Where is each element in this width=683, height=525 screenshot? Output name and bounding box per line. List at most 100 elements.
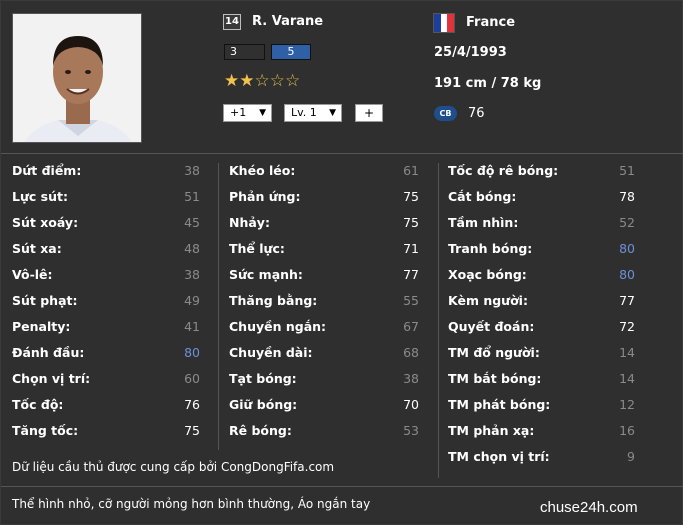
stat-value: 75 [403,189,419,204]
stat-row: Đánh đầu: 80 [12,340,202,366]
stat-label: Cắt bóng: [448,189,517,204]
stat-label: Đánh đầu: [12,345,85,360]
stat-label: Giữ bóng: [229,397,298,412]
france-flag-icon [433,13,455,33]
stat-value: 80 [619,267,635,282]
stat-value: 75 [403,215,419,230]
stat-label: Nhảy: [229,215,270,230]
rank-left-field[interactable]: 3 [224,44,265,60]
chevron-down-icon: ▼ [259,108,266,118]
stat-value: 80 [619,241,635,256]
stat-value: 78 [619,189,635,204]
add-button[interactable]: + [355,104,383,122]
stat-row: TM chọn vị trí: 9 [448,444,638,470]
stat-row: Sút xoáy: 45 [12,210,202,236]
stat-row: Thăng bằng: 55 [229,288,421,314]
stat-label: Xoạc bóng: [448,267,527,282]
stat-label: TM phát bóng: [448,397,551,412]
stat-value: 51 [619,163,635,178]
stat-label: Tốc độ: [12,397,64,412]
stat-value: 53 [403,423,419,438]
stat-row: Sút xa: 48 [12,236,202,262]
stat-value: 77 [619,293,635,308]
player-card: 14 R. Varane 3 5 ★★☆☆☆ +1 ▼ Lv. 1 ▼ + Fr… [0,0,683,525]
stat-label: Khéo léo: [229,163,296,178]
stat-row: Lực sút: 51 [12,184,202,210]
stat-label: Sút xa: [12,241,62,256]
stat-label: TM bắt bóng: [448,371,542,386]
level-select[interactable]: Lv. 1 ▼ [284,104,342,122]
stat-label: TM phản xạ: [448,423,535,438]
stat-label: Penalty: [12,319,71,334]
stat-value: 70 [403,397,419,412]
stat-row: Tranh bóng: 80 [448,236,638,262]
stat-value: 75 [184,423,200,438]
column-divider [218,163,219,450]
player-description: Thể hình nhỏ, cỡ người mỏng hơn bình thư… [12,497,371,511]
stat-row: Rê bóng: 53 [229,418,421,444]
stat-label: Tăng tốc: [12,423,79,438]
stat-label: Rê bóng: [229,423,292,438]
stat-value: 38 [184,163,200,178]
stat-row: Dứt điểm: 38 [12,158,202,184]
stat-value: 68 [403,345,419,360]
stat-row: Sức mạnh: 77 [229,262,421,288]
stat-label: Sút xoáy: [12,215,79,230]
country-name: France [466,15,516,30]
stat-label: Dứt điểm: [12,163,82,178]
divider [1,486,683,487]
stat-label: Sút phạt: [12,293,78,308]
stat-row: Penalty: 41 [12,314,202,340]
stat-row: Tốc độ rê bóng: 51 [448,158,638,184]
stat-value: 61 [403,163,419,178]
stat-label: Vô-lê: [12,267,53,282]
stat-row: TM phát bóng: 12 [448,392,638,418]
stat-row: Sút phạt: 49 [12,288,202,314]
stat-row: Chọn vị trí: 60 [12,366,202,392]
star-empty-icon: ☆ [269,71,285,91]
rank-right-field[interactable]: 5 [271,44,311,60]
stat-label: Tạt bóng: [229,371,297,386]
stat-row: Chuyền ngắn: 67 [229,314,421,340]
stat-row: Phản ứng: 75 [229,184,421,210]
stat-value: 9 [627,449,635,464]
star-rating: ★★☆☆☆ [224,72,300,90]
stat-row: Vô-lê: 38 [12,262,202,288]
star-empty-icon: ☆ [285,71,301,91]
player-name: R. Varane [252,14,324,29]
stat-value: 38 [184,267,200,282]
star-filled-icon: ★ [239,71,255,91]
stat-row: TM phản xạ: 16 [448,418,638,444]
site-watermark: chuse24h.com [540,499,638,516]
stat-label: TM đổ người: [448,345,540,360]
stat-value: 14 [619,345,635,360]
stat-value: 51 [184,189,200,204]
stat-row: TM đổ người: 14 [448,340,638,366]
stat-label: Phản ứng: [229,189,301,204]
stat-value: 49 [184,293,200,308]
height-weight: 191 cm / 78 kg [434,76,542,91]
stat-value: 67 [403,319,419,334]
stat-label: Kèm người: [448,293,528,308]
stat-row: Cắt bóng: 78 [448,184,638,210]
stat-value: 45 [184,215,200,230]
stat-row: Tạt bóng: 38 [229,366,421,392]
stat-value: 80 [184,345,200,360]
stat-row: Kèm người: 77 [448,288,638,314]
stat-label: Tầm nhìn: [448,215,519,230]
stat-label: TM chọn vị trí: [448,449,550,464]
position-rating: 76 [468,106,485,121]
stat-row: Tốc độ: 76 [12,392,202,418]
data-source-text: Dữ liệu cầu thủ được cung cấp bởi CongDo… [12,460,335,474]
player-photo [12,13,142,143]
chevron-down-icon: ▼ [329,108,336,118]
stat-label: Sức mạnh: [229,267,303,282]
divider [1,153,683,154]
stat-value: 55 [403,293,419,308]
stat-row: Xoạc bóng: 80 [448,262,638,288]
stat-value: 16 [619,423,635,438]
shirt-number-badge: 14 [223,14,241,30]
stat-label: Chọn vị trí: [12,371,91,386]
upgrade-select[interactable]: +1 ▼ [223,104,272,122]
stat-value: 52 [619,215,635,230]
